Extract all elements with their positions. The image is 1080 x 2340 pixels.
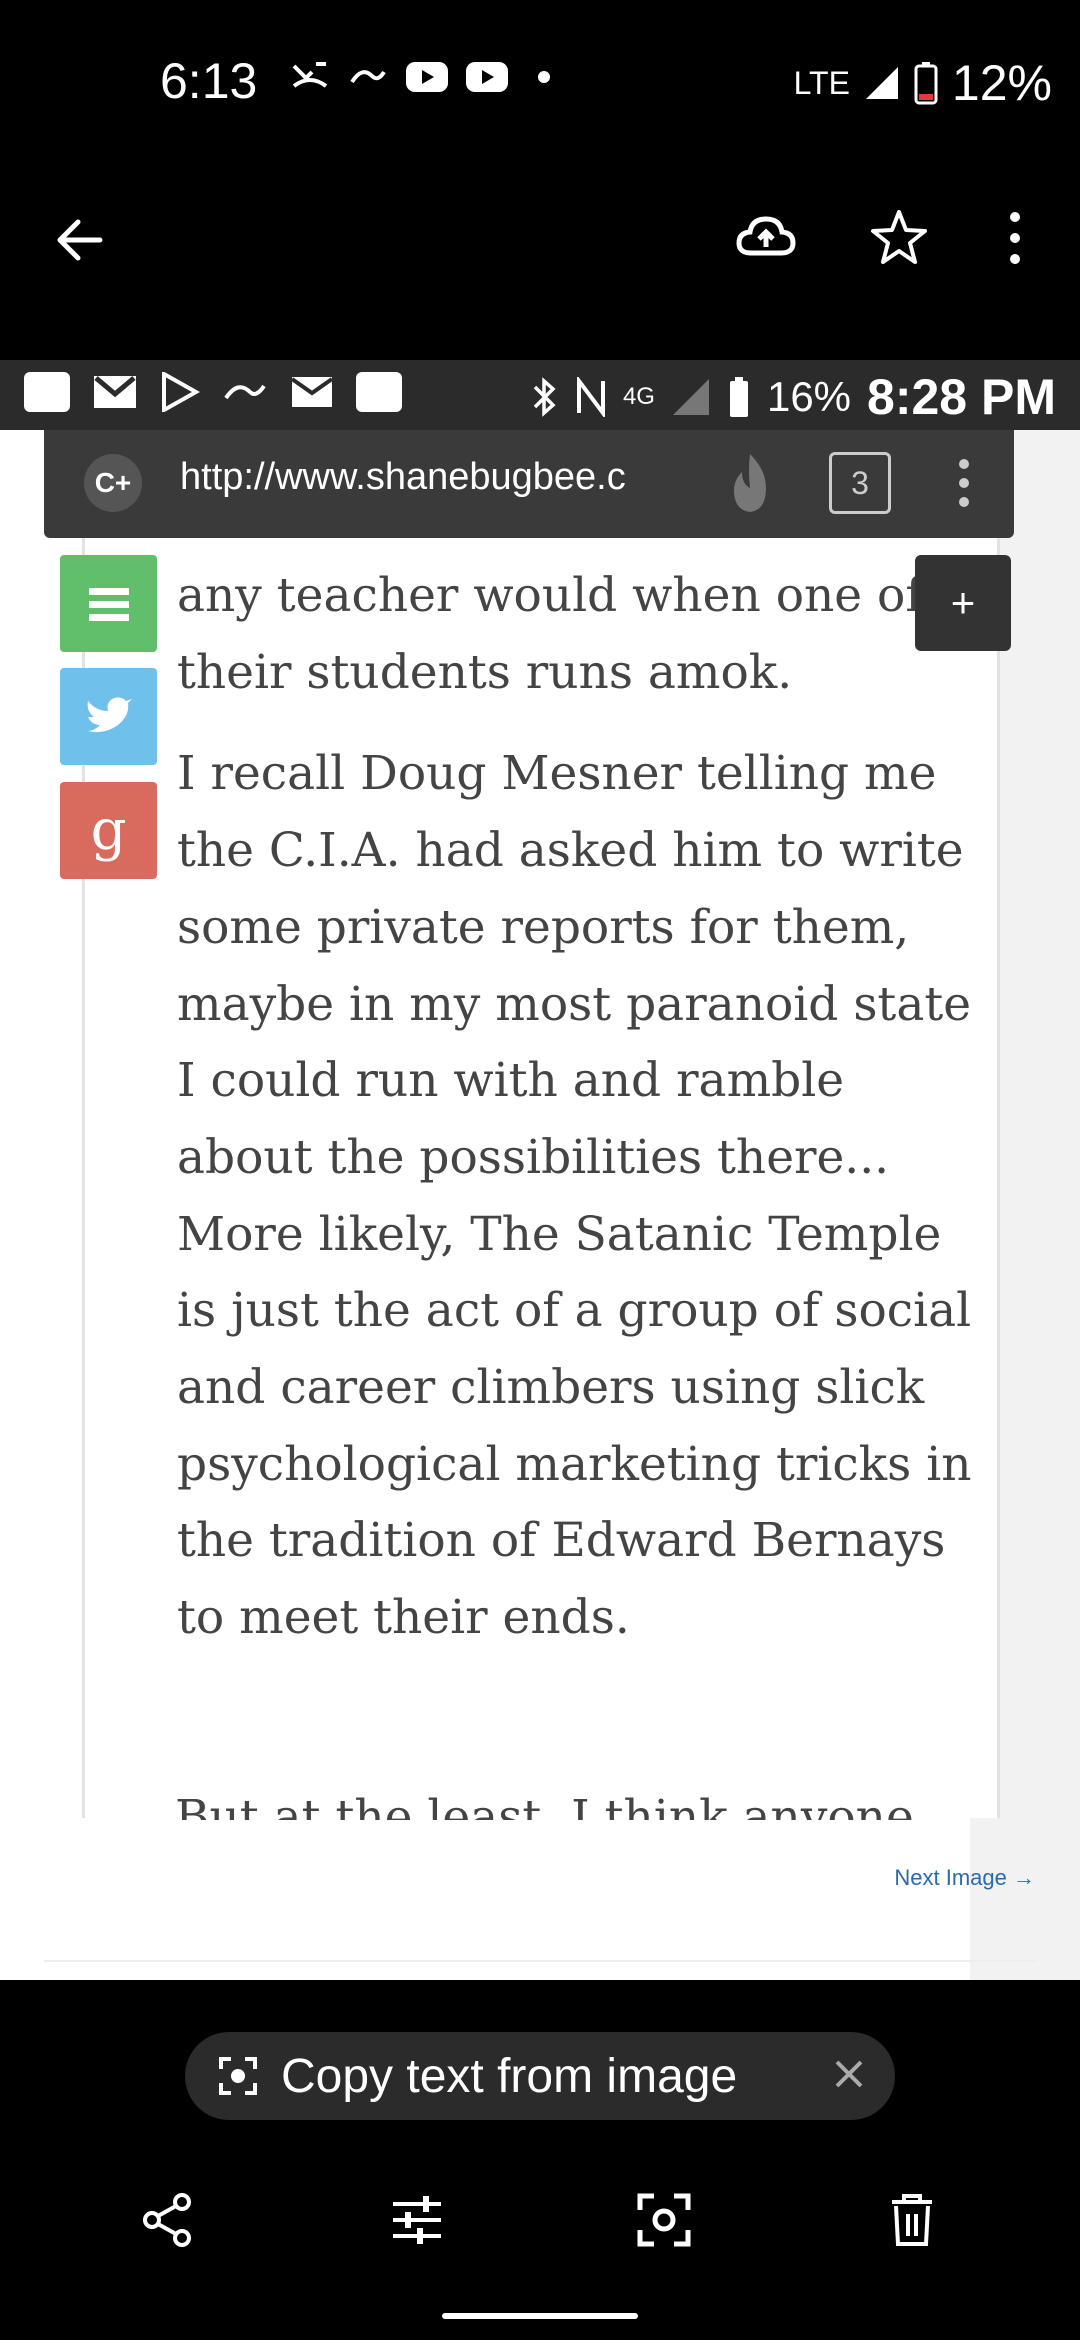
browser-logo: C+ xyxy=(84,454,142,512)
youtube-icon xyxy=(406,62,448,92)
twitter-icon xyxy=(87,696,132,732)
missed-call-icon xyxy=(292,62,328,88)
app-icon xyxy=(356,372,402,412)
signal-type-label: 4G xyxy=(622,383,655,410)
lens-icon xyxy=(219,2057,257,2095)
copy-text-label: Copy text from image xyxy=(281,2049,738,2103)
plus-button: + xyxy=(915,555,1011,651)
paragraph: I recall Doug Mesner telling me the C.I.… xyxy=(177,746,972,1646)
top-toolbar xyxy=(0,165,1080,360)
more-notifications-icon xyxy=(538,71,550,83)
nfc-icon xyxy=(576,377,605,417)
share-icon[interactable] xyxy=(138,2190,198,2250)
battery-icon xyxy=(729,377,748,417)
status-time: 6:13 xyxy=(160,53,258,109)
screenshot-notification-icons xyxy=(24,372,402,412)
youtube-icon xyxy=(466,62,508,92)
copy-text-chip[interactable]: Copy text from image xyxy=(185,2032,895,2120)
close-icon[interactable] xyxy=(829,2054,869,2094)
screenshot-battery-percent: 16% xyxy=(766,373,852,420)
screenshot-image: 4G 16% 8:28 PM any teacher would when on… xyxy=(0,360,1080,1980)
back-arrow-icon[interactable] xyxy=(50,210,110,270)
fire-icon xyxy=(734,454,766,512)
network-type: LTE xyxy=(793,64,850,101)
tab-count: 3 xyxy=(829,452,891,514)
tune-icon[interactable] xyxy=(387,2190,447,2250)
link-icon xyxy=(224,384,266,400)
signal-icon xyxy=(672,379,709,415)
home-indicator[interactable] xyxy=(442,2313,638,2319)
screenshot-status-right: 4G 16% 8:28 PM xyxy=(531,368,1056,426)
screenshot-status-bar: 4G 16% 8:28 PM xyxy=(0,360,1080,430)
link-icon xyxy=(350,70,386,84)
paragraph-cutoff: But at the least, I think anyone xyxy=(175,1790,914,1820)
signal-icon xyxy=(865,67,898,99)
email-icon xyxy=(290,377,334,407)
url-text: http://www.shanebugbee.c xyxy=(180,456,626,498)
article-body: any teacher would when one of their stud… xyxy=(82,538,1000,1818)
browser-url-bar: C+ http://www.shanebugbee.c 3 xyxy=(44,430,1014,538)
divider xyxy=(44,1960,1036,1962)
gmail-icon xyxy=(94,376,136,408)
status-right: LTE 12% xyxy=(794,54,1052,112)
trash-icon[interactable] xyxy=(882,2190,942,2250)
next-image-link: Next Image → xyxy=(894,1865,1035,1890)
chat-icon xyxy=(24,372,70,412)
more-vert-icon xyxy=(959,459,969,507)
twitter-share-button xyxy=(60,668,157,765)
battery-icon xyxy=(914,62,938,105)
article-text: any teacher would when one of their stud… xyxy=(177,558,977,1682)
play-store-icon xyxy=(162,372,200,412)
notification-icons xyxy=(290,60,550,94)
battery-percent: 12% xyxy=(951,55,1052,111)
paragraph: any teacher would when one of their stud… xyxy=(177,568,923,700)
share-menu-button xyxy=(60,555,157,652)
lens-icon[interactable] xyxy=(634,2190,694,2250)
star-icon[interactable] xyxy=(868,207,930,269)
bluetooth-icon xyxy=(533,377,556,417)
screenshot-clock: 8:28 PM xyxy=(867,369,1056,425)
cloud-upload-icon[interactable] xyxy=(735,207,797,269)
google-share-button: g xyxy=(60,782,157,879)
menu-icon xyxy=(88,587,129,621)
status-bar: 6:13 LTE 12% xyxy=(0,0,1080,165)
more-vert-icon[interactable] xyxy=(1000,207,1030,269)
